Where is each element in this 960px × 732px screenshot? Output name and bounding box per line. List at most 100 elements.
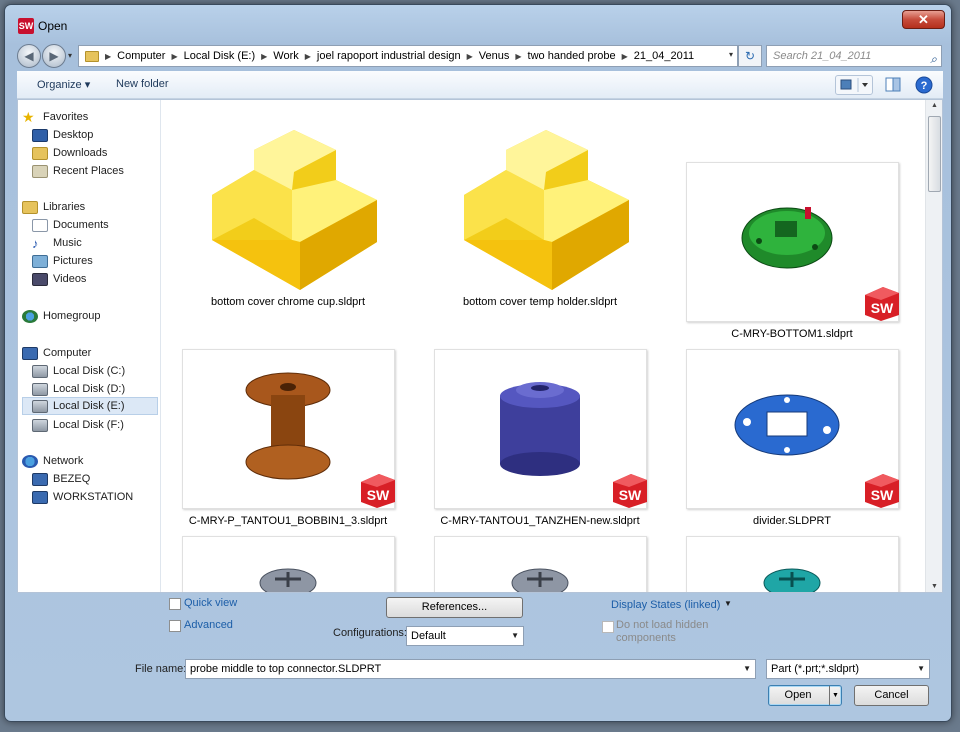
file-name: C-MRY-BOTTOM1.sldprt (731, 328, 853, 340)
sidebar-item-pictures[interactable]: Pictures (32, 252, 174, 270)
sidebar-label: Local Disk (C:) (53, 365, 126, 377)
sidebar-item-workstation[interactable]: WORKSTATION (32, 488, 174, 506)
file-item[interactable] (182, 536, 395, 592)
file-name-input[interactable]: probe middle to top connector.SLDPRT ▼ (185, 659, 756, 679)
sidebar-item-homegroup[interactable]: Homegroup (22, 307, 164, 325)
file-name: bottom cover temp holder.sldprt (462, 296, 618, 308)
preview-pane-button[interactable] (881, 75, 905, 95)
sidebar-item-desktop[interactable]: Desktop (32, 126, 174, 144)
address-bar[interactable]: ▶ Computer ▶ Local Disk (E:) ▶ Work ▶ jo… (78, 45, 738, 67)
sidebar-item-computer[interactable]: Computer (22, 344, 164, 362)
music-icon: ♪ (32, 235, 39, 251)
sidebar-item-local-disk-f[interactable]: Local Disk (F:) (32, 416, 174, 434)
sidebar-item-downloads[interactable]: Downloads (32, 144, 174, 162)
sidebar-item-bezeq[interactable]: BEZEQ (32, 470, 174, 488)
do-not-load-hidden-checkbox[interactable] (602, 621, 614, 633)
quick-view-checkbox[interactable] (169, 598, 181, 610)
network-icon (22, 454, 38, 468)
chevron-right-icon[interactable]: ▶ (305, 52, 311, 61)
advanced-checkbox[interactable] (169, 620, 181, 632)
green-pcb-preview: SW (686, 162, 899, 322)
address-dropdown-icon[interactable]: ▾ (729, 50, 733, 59)
breadcrumb-joel-rapoport[interactable]: joel rapoport industrial design (317, 50, 461, 62)
file-item[interactable]: SW C-MRY-P_TANTOU1_BOBBIN1_3.sldprt (182, 349, 395, 527)
sidebar-item-local-disk-c[interactable]: Local Disk (C:) (32, 362, 174, 380)
chevron-right-icon[interactable]: ▶ (171, 52, 177, 61)
sidebar-item-music[interactable]: ♪ Music (32, 234, 174, 252)
dialog-options: Quick view Advanced References... Config… (17, 593, 943, 717)
help-button[interactable]: ? (912, 75, 936, 95)
file-item[interactable]: SW C-MRY-BOTTOM1.sldprt (686, 162, 899, 340)
chevron-right-icon[interactable]: ▶ (467, 52, 473, 61)
breadcrumb-work[interactable]: Work (273, 50, 298, 62)
sidebar-item-favorites[interactable]: ★ Favorites (22, 108, 164, 126)
navigation-pane: ★ Favorites Desktop Downloads Recent Pla… (18, 100, 161, 592)
sidebar-item-documents[interactable]: Documents (32, 216, 174, 234)
svg-text:SW: SW (871, 300, 894, 316)
homegroup-icon (22, 309, 38, 323)
file-item[interactable]: SW C-MRY-TANTOU1_TANZHEN-new.sldprt (434, 349, 647, 527)
svg-text:SW: SW (619, 487, 642, 503)
file-item[interactable] (686, 536, 899, 592)
desktop-icon (32, 128, 48, 142)
sidebar-item-local-disk-d[interactable]: Local Disk (D:) (32, 380, 174, 398)
open-dropdown-icon[interactable]: ▼ (829, 686, 841, 705)
back-button[interactable]: ◀ (17, 44, 41, 68)
sidebar-label: Libraries (43, 201, 86, 213)
forward-button[interactable]: ▶ (42, 44, 66, 68)
sidebar-item-libraries[interactable]: Libraries (22, 198, 164, 216)
file-item[interactable]: SW divider.SLDPRT (686, 349, 899, 527)
breadcrumb-21-04-2011[interactable]: 21_04_2011 (634, 50, 694, 62)
cancel-button[interactable]: Cancel (854, 685, 929, 706)
advanced-label[interactable]: Advanced (184, 619, 233, 631)
configurations-select[interactable]: Default ▼ (406, 626, 524, 646)
chevron-right-icon[interactable]: ▶ (622, 52, 628, 61)
quick-view-label[interactable]: Quick view (184, 597, 237, 609)
vertical-scrollbar[interactable]: ▲ ▼ (925, 100, 942, 592)
file-name: divider.SLDPRT (752, 515, 832, 527)
sidebar-item-local-disk-e[interactable]: Local Disk (E:) (22, 397, 158, 415)
chevron-down-icon: ▼ (743, 664, 751, 673)
breadcrumb-two-handed-probe[interactable]: two handed probe (528, 50, 616, 62)
sidebar-item-recent-places[interactable]: Recent Places (32, 162, 174, 180)
search-placeholder: Search 21_04_2011 (773, 50, 872, 62)
network-computer-icon (32, 490, 48, 504)
search-icon[interactable]: ⌕ (930, 49, 937, 69)
new-folder-button[interactable]: New folder (116, 78, 169, 90)
solidworks-badge-icon: SW (361, 474, 395, 508)
chevron-right-icon[interactable]: ▶ (515, 52, 521, 61)
sidebar-item-network[interactable]: Network (22, 452, 164, 470)
help-icon: ? (915, 76, 933, 94)
open-button[interactable]: Open ▼ (768, 685, 842, 706)
breadcrumb-venus[interactable]: Venus (479, 50, 510, 62)
preview-pane-icon (885, 77, 901, 92)
chevron-right-icon[interactable]: ▶ (105, 52, 111, 61)
drive-icon (32, 364, 48, 378)
change-view-button[interactable] (835, 75, 873, 95)
display-states-label[interactable]: Display States (linked) (611, 599, 720, 611)
references-button[interactable]: References... (386, 597, 523, 618)
file-item[interactable]: bottom cover chrome cup.sldprt (182, 130, 395, 308)
breadcrumb-local-disk-e[interactable]: Local Disk (E:) (184, 50, 256, 62)
libraries-icon (22, 200, 38, 214)
star-icon: ★ (22, 108, 35, 125)
recent-locations-dropdown[interactable]: ▾ (68, 51, 72, 60)
file-item[interactable]: bottom cover temp holder.sldprt (434, 130, 647, 308)
sidebar-label: Music (53, 237, 82, 249)
file-type-select[interactable]: Part (*.prt;*.sldprt) ▼ (766, 659, 930, 679)
search-input[interactable]: Search 21_04_2011 ⌕ (766, 45, 942, 67)
chevron-right-icon[interactable]: ▶ (261, 52, 267, 61)
sidebar-label: Homegroup (43, 310, 101, 322)
file-item[interactable] (434, 536, 647, 592)
organize-button[interactable]: Organize ▾ (37, 78, 90, 91)
scroll-up-arrow-icon[interactable]: ▲ (926, 102, 943, 109)
sidebar-item-videos[interactable]: Videos (32, 270, 174, 288)
grey-screw-preview (182, 536, 395, 592)
scroll-down-arrow-icon[interactable]: ▼ (926, 583, 943, 590)
file-name: C-MRY-P_TANTOU1_BOBBIN1_3.sldprt (188, 515, 388, 527)
refresh-button[interactable]: ↻ (738, 45, 762, 67)
display-states-dropdown-icon[interactable]: ▼ (724, 599, 732, 608)
breadcrumb-computer[interactable]: Computer (117, 50, 165, 62)
scroll-thumb[interactable] (928, 116, 941, 192)
close-button[interactable]: ✕ (902, 10, 945, 29)
